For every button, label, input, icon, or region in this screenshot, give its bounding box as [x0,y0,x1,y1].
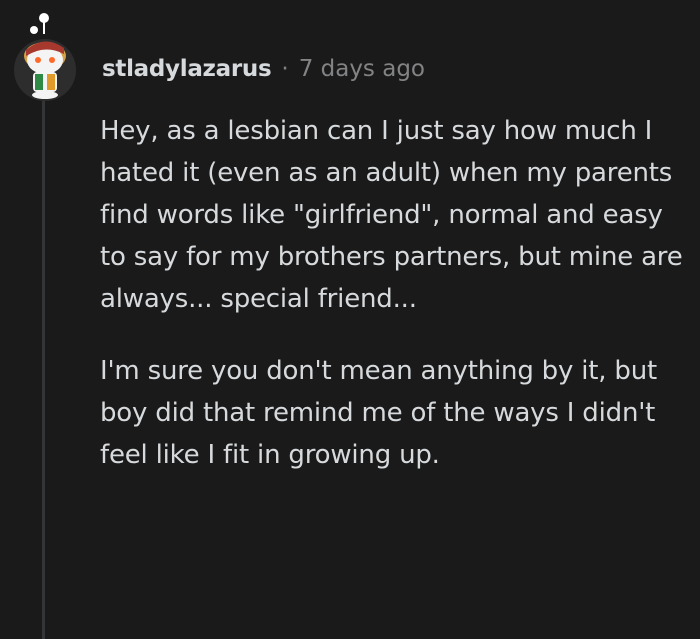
timestamp[interactable]: 7 days ago [299,56,425,82]
comment-header: stladylazarus · 7 days ago [102,52,425,86]
avatar[interactable] [14,12,76,104]
snoo-avatar-icon [14,13,76,101]
comment-paragraph: I'm sure you don't mean anything by it, … [100,356,657,470]
comment: stladylazarus · 7 days ago Hey, as a les… [0,0,700,639]
username-link[interactable]: stladylazarus [102,56,272,82]
comment-paragraph: Hey, as a lesbian can I just say how muc… [100,116,683,314]
comment-body: Hey, as a lesbian can I just say how muc… [100,110,685,506]
separator-dot: · [281,56,289,82]
thread-collapse-line[interactable] [42,98,45,639]
